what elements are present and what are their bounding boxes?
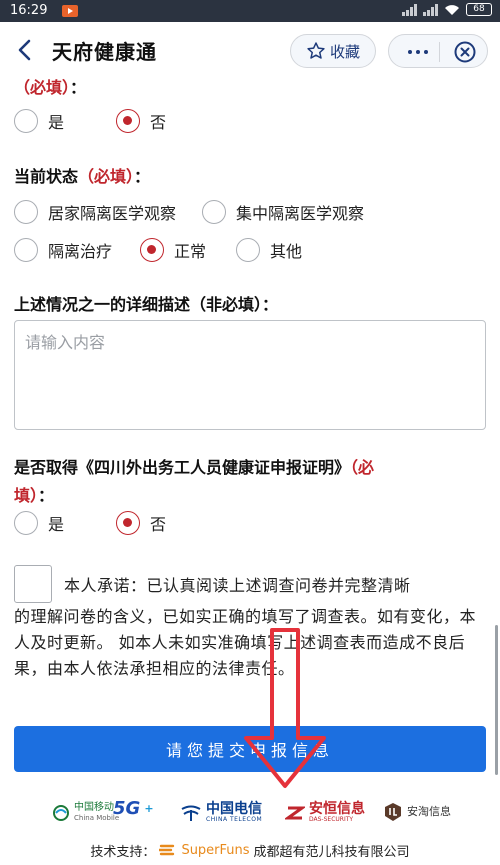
footer-prefix: 技术支持： [90, 844, 156, 860]
anheng-logo-icon [285, 806, 305, 819]
antao-text: 安淘信息 [407, 805, 451, 818]
logo-antao: 安淘信息 [383, 802, 451, 822]
radio-label: 否 [150, 515, 167, 534]
radio-label: 隔离治疗 [48, 242, 113, 261]
capsule-divider [439, 42, 440, 62]
logo-anheng: 安恒信息 DAS-SECURITY [285, 802, 365, 823]
radio-label: 是 [48, 113, 65, 132]
star-icon [307, 42, 325, 59]
china-telecom-en: CHINA TELECOM [206, 816, 263, 823]
radio-circle[interactable] [14, 238, 38, 262]
question-label-detail: 上述情况之一的详细描述（非必填）： [14, 295, 279, 314]
signal-icon [402, 3, 417, 16]
radio-circle[interactable] [14, 511, 38, 535]
page-title: 天府健康通 [52, 40, 157, 64]
status-bar: 16:29 68 [0, 0, 500, 22]
logo-china-telecom: 中国电信 CHINA TELECOM [180, 802, 262, 823]
china-telecom-logo-icon [181, 805, 201, 821]
required-marker: （必填） [14, 78, 71, 97]
label-text: 当前状态 [14, 167, 79, 186]
question-label-top: （必填）： [14, 74, 86, 98]
favorite-label: 收藏 [329, 43, 360, 61]
required-marker: （必填） [78, 167, 135, 186]
favorite-button[interactable]: 收藏 [290, 34, 376, 68]
video-app-icon [62, 5, 78, 17]
radio-circle[interactable] [14, 109, 38, 133]
radio-circle[interactable] [202, 200, 227, 224]
label-suffix: ： [38, 486, 55, 505]
required-marker: （必 [350, 458, 375, 477]
anheng-text: 安恒信息 [309, 801, 365, 817]
radio-other[interactable]: 其他 [236, 238, 302, 262]
back-arrow-icon[interactable] [14, 36, 38, 64]
radio-label: 是 [48, 515, 65, 534]
question-label-cert: 是否取得《四川外出务工人员健康证申报证明》（必 填）： [14, 454, 492, 510]
app-header: 天府健康通 收藏 [0, 22, 500, 78]
radio-label: 居家隔离医学观察 [48, 204, 177, 223]
radio-circle[interactable] [116, 511, 141, 535]
radio-label: 集中隔离医学观察 [236, 204, 365, 223]
radio-cert-yes[interactable]: 是 [14, 511, 64, 535]
radio-group-status-row1: 居家隔离医学观察 集中隔离医学观察 [14, 200, 386, 224]
detail-textarea[interactable] [14, 320, 486, 430]
radio-circle[interactable] [236, 238, 261, 262]
radio-group-status-row2: 隔离治疗 正常 其他 [14, 238, 324, 262]
label-text: 是否取得《四川外出务工人员健康证申报证明》 [14, 458, 351, 477]
radio-normal[interactable]: 正常 [140, 238, 206, 262]
submit-button[interactable]: 请您提交申报信息 [14, 726, 486, 772]
radio-home-quarantine[interactable]: 居家隔离医学观察 [14, 200, 176, 224]
status-time: 16:29 [10, 3, 48, 18]
status-indicators: 68 [402, 3, 492, 16]
radio-cert-no[interactable]: 否 [116, 511, 166, 535]
close-icon[interactable] [453, 40, 477, 64]
battery-icon: 68 [466, 3, 492, 16]
partner-logos: 中国移动 China Mobile 5G + 中国电信 CHINA TELECOM 安… [0, 796, 500, 832]
label-suffix: ： [134, 167, 151, 186]
pledge-text-rest: 的理解问卷的含义，已如实正确的填写了调查表。如有变化，本人及时更新。 如本人未如… [14, 607, 477, 678]
pledge-text-first: 本人承诺：已认真阅读上述调查问卷并完整清晰 [64, 576, 411, 595]
superfuns-logo-icon [159, 844, 175, 856]
radio-group-top: 是 否 [14, 109, 188, 133]
china-telecom-text: 中国电信 [206, 801, 262, 817]
radio-circle[interactable] [116, 109, 141, 133]
radio-circle[interactable] [140, 238, 165, 262]
capsule-menu [388, 34, 488, 68]
logo-china-mobile: 中国移动 China Mobile [52, 802, 119, 824]
wifi-icon [445, 4, 459, 15]
footer-brand: SuperFuns [181, 842, 250, 858]
radio-circle[interactable] [14, 200, 38, 224]
anheng-en: DAS-SECURITY [309, 816, 354, 823]
signal-icon-2 [423, 3, 438, 16]
radio-central-quarantine[interactable]: 集中隔离医学观察 [202, 200, 364, 224]
tech-support-footer: 技术支持： SuperFuns 成都超有范儿科技有限公司 [0, 836, 500, 864]
label-suffix: ： [70, 78, 87, 97]
logo-5g: 5G + [113, 798, 154, 819]
radio-label: 正常 [174, 242, 207, 261]
radio-no[interactable]: 否 [116, 109, 166, 133]
question-label-status: 当前状态（必填）： [14, 163, 150, 187]
scrollbar[interactable] [495, 625, 498, 775]
more-icon[interactable] [407, 50, 429, 54]
fiveg-text: 5G [113, 798, 141, 819]
radio-group-cert: 是 否 [14, 511, 188, 535]
radio-isolation-treatment[interactable]: 隔离治疗 [14, 238, 112, 262]
radio-label: 否 [150, 113, 167, 132]
radio-yes[interactable]: 是 [14, 109, 64, 133]
pledge-checkbox[interactable] [14, 565, 52, 603]
china-mobile-logo-icon [53, 805, 69, 821]
radio-label: 其他 [270, 242, 303, 261]
fiveg-plus-icon: + [144, 802, 154, 815]
required-marker-cont: 填） [14, 486, 39, 505]
antao-logo-icon [385, 803, 401, 821]
footer-company: 成都超有范儿科技有限公司 [253, 844, 410, 860]
